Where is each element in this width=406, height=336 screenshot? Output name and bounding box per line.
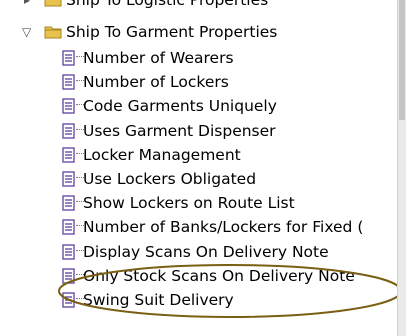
- tree-node-parent-above[interactable]: ▸ Ship To Logistic Properties: [0, 0, 398, 12]
- collapse-toggle-icon[interactable]: ▽: [22, 20, 31, 44]
- tree-leaf-label: Swing Suit Delivery: [83, 291, 234, 309]
- tree-leaf-item[interactable]: Locker Management: [0, 143, 398, 167]
- property-icon: [62, 195, 75, 211]
- property-icon: [62, 50, 75, 66]
- tree-leaf-label: Use Lockers Obligated: [83, 170, 257, 188]
- tree-view: ▸ Ship To Logistic Properties ▽ Ship To …: [0, 0, 398, 336]
- tree-leaf-label: Only Stock Scans On Delivery Note: [83, 267, 355, 285]
- tree-leaf-label: Number of Wearers: [83, 49, 234, 67]
- property-icon: [62, 219, 75, 235]
- vertical-scrollbar[interactable]: [397, 0, 406, 336]
- folder-icon: [44, 0, 62, 7]
- tree-node-ship-to-garment-properties[interactable]: ▽ Ship To Garment Properties: [0, 20, 398, 44]
- tree-leaf-label: Uses Garment Dispenser: [83, 122, 276, 140]
- tree-leaf-item[interactable]: Code Garments Uniquely: [0, 94, 398, 118]
- scrollbar-thumb[interactable]: [399, 0, 405, 120]
- tree-leaf-label: Number of Lockers: [83, 73, 229, 91]
- tree-node-label: Ship To Garment Properties: [66, 23, 278, 41]
- folder-icon: [44, 26, 62, 39]
- property-icon: [62, 244, 75, 260]
- tree-leaf-item[interactable]: Swing Suit Delivery: [0, 288, 398, 312]
- property-icon: [62, 98, 75, 114]
- tree-leaf-item[interactable]: Uses Garment Dispenser: [0, 119, 398, 143]
- tree-leaf-label: Number of Banks/Lockers for Fixed (: [83, 218, 364, 236]
- tree-leaf-item[interactable]: Number of Lockers: [0, 70, 398, 94]
- property-icon: [62, 268, 75, 284]
- tree-leaf-label: Code Garments Uniquely: [83, 97, 277, 115]
- tree-leaf-item[interactable]: Display Scans On Delivery Note: [0, 240, 398, 264]
- tree-leaf-label: Show Lockers on Route List: [83, 194, 295, 212]
- tree-leaf-item[interactable]: Number of Banks/Lockers for Fixed (: [0, 215, 398, 239]
- tree-leaf-label: Display Scans On Delivery Note: [83, 243, 329, 261]
- tree-leaf-item[interactable]: Use Lockers Obligated: [0, 167, 398, 191]
- tree-node-label: Ship To Logistic Properties: [66, 0, 269, 9]
- tree-leaf-item[interactable]: Show Lockers on Route List: [0, 191, 398, 215]
- property-icon: [62, 171, 75, 187]
- tree-leaf-item[interactable]: Only Stock Scans On Delivery Note: [0, 264, 398, 288]
- property-icon: [62, 123, 75, 139]
- property-icon: [62, 74, 75, 90]
- tree-leaf-label: Locker Management: [83, 146, 241, 164]
- tree-leaf-item[interactable]: Number of Wearers: [0, 46, 398, 70]
- property-icon: [62, 292, 75, 308]
- property-icon: [62, 147, 75, 163]
- expand-icon[interactable]: ▸: [24, 0, 30, 12]
